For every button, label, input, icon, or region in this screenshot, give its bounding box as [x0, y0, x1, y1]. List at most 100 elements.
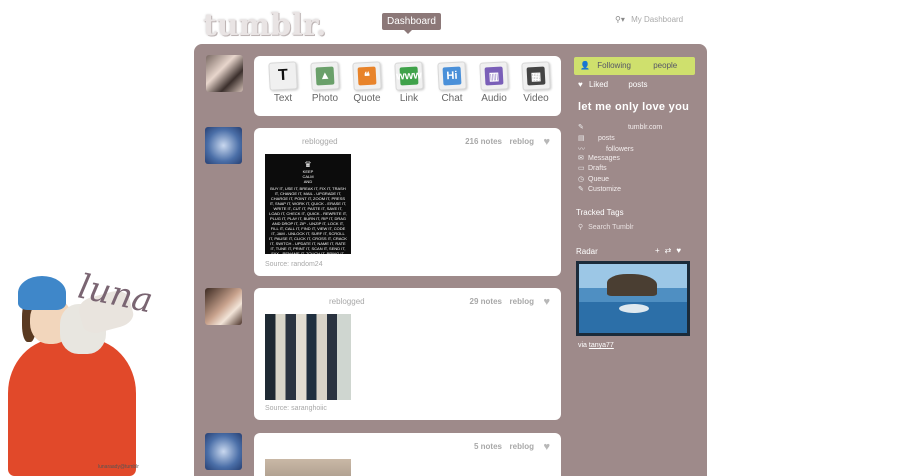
reblog-button[interactable]: reblog	[510, 297, 534, 306]
image-text-body: BUY IT, USE IT, BREAK IT, FIX IT, TRASH …	[269, 186, 347, 254]
composer-label: Audio	[481, 93, 507, 104]
sidebar-link-drafts[interactable]: ▭ Drafts	[578, 164, 607, 172]
photo-post-icon: ▲	[310, 61, 340, 91]
following-label: Following	[597, 61, 631, 70]
following-count: people	[653, 61, 678, 70]
blog-url: tumblr.com	[627, 124, 663, 131]
like-heart-icon[interactable]: ♥	[543, 136, 550, 148]
photo-post-icon-glyph: ▲	[315, 66, 335, 86]
video-post-icon-glyph: ▦	[526, 66, 546, 86]
post-avatar[interactable]	[205, 433, 242, 470]
quote-post-icon-glyph: ❝	[357, 66, 377, 86]
like-heart-icon[interactable]: ♥	[543, 296, 550, 308]
chat-post-icon: Hi	[437, 61, 467, 91]
reblog-icon[interactable]: ⇄	[665, 246, 677, 255]
sidebar-link-messages[interactable]: ✉ Messages	[578, 154, 620, 162]
chat-post-icon-glyph: Hi	[442, 66, 462, 86]
via-user-link[interactable]: tanya77	[589, 342, 614, 349]
page: tumblr. Dashboard ⚲▾ My Dashboard luna l…	[0, 0, 900, 476]
audio-post-icon: ▥	[479, 61, 509, 91]
sidebar-link-label: Customize	[588, 186, 622, 193]
dashboard-button[interactable]: Dashboard	[382, 13, 441, 34]
link-post-icon: www	[394, 61, 424, 91]
person-icon: 👤	[580, 61, 590, 70]
notes-count[interactable]: 29 notes	[470, 297, 502, 306]
radar-image[interactable]	[576, 261, 690, 336]
background-artwork: luna lunaraady@tumblr	[0, 267, 175, 476]
like-heart-icon[interactable]: ♥	[543, 441, 550, 453]
post-avatar[interactable]	[205, 288, 242, 325]
reblogged-label[interactable]: reblogged	[302, 137, 338, 146]
search-icon: ⚲▾	[615, 15, 625, 24]
add-icon[interactable]: +	[655, 246, 665, 255]
composer-label: Link	[399, 93, 419, 104]
customize-icon: ✎	[578, 186, 584, 193]
notes-count[interactable]: 216 notes	[465, 137, 502, 146]
link-post-icon-glyph: www	[396, 66, 422, 86]
blog-url-link[interactable]: ✎ tumblr.com	[578, 123, 662, 131]
reblog-button[interactable]: reblog	[510, 442, 534, 451]
radar-image-island	[607, 274, 657, 296]
post-card: reblogged 216 notes reblog ♥ ♛ KEEP CALM…	[254, 128, 561, 276]
post-card: 5 notes reblog ♥	[254, 433, 561, 476]
notes-count[interactable]: 5 notes	[474, 442, 502, 451]
composer-label: Quote	[353, 93, 381, 104]
post-source[interactable]: Source: saranghoiic	[265, 405, 327, 412]
like-heart-icon[interactable]: ♥	[676, 246, 686, 255]
sidebar-link-customize[interactable]: ✎ Customize	[578, 185, 621, 193]
queue-icon: ◷	[578, 176, 585, 183]
quote-post-icon: ❝	[352, 61, 382, 91]
edit-icon: ✎	[578, 124, 584, 131]
drafts-icon: ▭	[578, 165, 585, 172]
post-image[interactable]	[265, 314, 351, 400]
sidebar-link-label: Drafts	[588, 165, 607, 172]
messages-icon: ✉	[578, 155, 584, 162]
composer-photo-button[interactable]: ▲ Photo	[305, 61, 345, 104]
video-post-icon: ▦	[521, 61, 551, 91]
via-prefix: via	[578, 342, 587, 349]
composer-audio-button[interactable]: ▥ Audio	[474, 61, 514, 104]
radar-via: via tanya77	[578, 342, 614, 349]
search-icon: ⚲	[578, 224, 584, 231]
reblogged-label[interactable]: reblogged	[329, 297, 365, 306]
composer-video-button[interactable]: ▦ Video	[516, 61, 556, 104]
composer-text-button[interactable]: T Text	[263, 61, 303, 104]
radar-heading: Radar	[576, 247, 598, 256]
sidebar-link-label: followers	[606, 146, 634, 153]
post-source[interactable]: Source: random24	[265, 261, 323, 268]
posts-icon: ▤	[578, 135, 585, 142]
artwork-hat	[18, 276, 66, 310]
sidebar-link-posts[interactable]: ▤ posts	[578, 134, 615, 142]
sidebar-link-followers[interactable]: 〰 followers	[578, 144, 634, 154]
reblog-button[interactable]: reblog	[510, 137, 534, 146]
sidebar-link-label: posts	[598, 135, 615, 142]
radar-actions: +⇄♥	[655, 246, 686, 255]
text-post-icon: T	[268, 61, 298, 91]
search-tumblr-link[interactable]: ⚲ Search Tumblr	[578, 223, 634, 231]
sidebar-link-label: Messages	[588, 155, 620, 162]
text-post-icon-glyph: T	[277, 66, 289, 85]
composer-label: Photo	[311, 93, 339, 104]
composer-label: Chat	[441, 93, 463, 104]
my-dashboard-link[interactable]: My Dashboard	[631, 15, 683, 24]
audio-post-icon-glyph: ▥	[484, 66, 504, 86]
sidebar-link-queue[interactable]: ◷ Queue	[578, 175, 609, 183]
my-dashboard-search[interactable]: ⚲▾ My Dashboard	[615, 15, 683, 24]
composer-quote-button[interactable]: ❝ Quote	[347, 61, 387, 104]
followers-icon: 〰	[578, 146, 585, 153]
composer-label: Text	[273, 93, 293, 104]
search-tumblr-label: Search Tumblr	[588, 224, 634, 231]
liked-link[interactable]: ♥ Liked posts	[578, 80, 647, 89]
user-avatar[interactable]	[206, 55, 243, 92]
liked-label: Liked	[588, 80, 609, 89]
tumblr-logo[interactable]: tumblr.	[203, 8, 326, 43]
post-card: reblogged 29 notes reblog ♥ Source: sara…	[254, 288, 561, 420]
composer-chat-button[interactable]: Hi Chat	[432, 61, 472, 104]
post-composer: T Text ▲ Photo ❝ Quote www Link Hi Chat ▥ Audio ▦ Vid…	[254, 56, 561, 116]
blog-title[interactable]: let me only love you	[578, 101, 689, 113]
following-link[interactable]: 👤 Following people	[574, 57, 695, 75]
composer-link-button[interactable]: www Link	[389, 61, 429, 104]
post-avatar[interactable]	[205, 127, 242, 164]
post-image[interactable]	[265, 459, 351, 476]
post-image-keep-calm[interactable]: ♛ KEEP CALM AND BUY IT, USE IT, BREAK IT…	[265, 154, 351, 254]
